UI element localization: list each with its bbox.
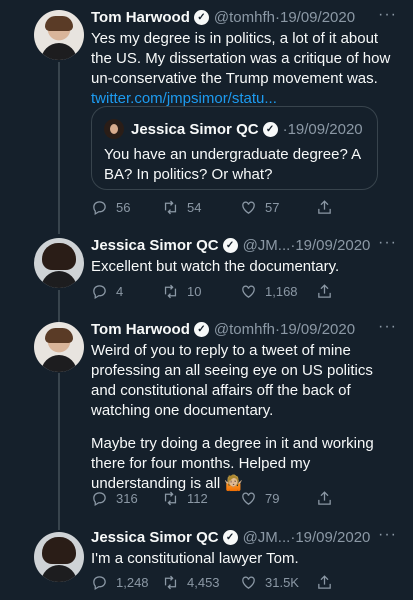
reply-icon [93, 576, 106, 591]
verified-badge-icon: ✓ [262, 121, 278, 137]
heart-icon [242, 576, 255, 589]
more-options-icon[interactable]: ··· [378, 234, 397, 252]
tweet[interactable]: Tom Harwood ✓ @tomhfh · 19/09/2020 ··· W… [0, 312, 413, 522]
share-button[interactable] [316, 199, 341, 216]
quoted-text: You have an undergraduate degree? A BA? … [104, 146, 362, 183]
retweet-icon [164, 284, 177, 299]
reply-button[interactable]: 4 [91, 283, 123, 300]
heart-icon [242, 201, 255, 214]
author-handle[interactable]: @tomhfh [214, 9, 275, 26]
reply-icon [93, 492, 106, 507]
author-handle[interactable]: @JM... [243, 529, 291, 546]
like-button[interactable]: 31.5K [240, 574, 299, 591]
reply-count: 56 [116, 200, 131, 215]
tweet[interactable]: Jessica Simor QC ✓ @JM... · 19/09/2020 ·… [0, 230, 413, 310]
tweet-text: Yes my degree is in politics, a lot of i… [91, 29, 397, 109]
like-button[interactable]: 1,168 [240, 283, 298, 300]
reply-icon [93, 201, 106, 216]
more-options-icon[interactable]: ··· [378, 318, 397, 336]
like-count: 31.5K [265, 575, 299, 590]
avatar[interactable] [34, 322, 84, 372]
retweet-button[interactable]: 112 [162, 490, 208, 507]
author-name[interactable]: Jessica Simor QC [91, 237, 219, 254]
retweet-icon [164, 200, 177, 215]
author-name[interactable]: Jessica Simor QC [91, 529, 219, 546]
like-count: 79 [265, 491, 280, 506]
reply-count: 1,248 [116, 575, 149, 590]
verified-badge-icon: ✓ [222, 237, 238, 253]
tweet[interactable]: Jessica Simor QC ✓ @JM... · 19/09/2020 ·… [0, 522, 413, 600]
more-options-icon[interactable]: ··· [378, 6, 397, 24]
retweet-button[interactable]: 4,453 [162, 574, 220, 591]
like-count: 57 [265, 200, 280, 215]
tweet-text: I'm a constitutional lawyer Tom. [91, 550, 299, 567]
tweet-text: Weird of you to reply to a tweet of mine… [91, 342, 374, 492]
avatar[interactable] [34, 532, 84, 582]
retweet-button[interactable]: 54 [162, 199, 201, 216]
retweet-icon [164, 575, 177, 590]
reply-button[interactable]: 56 [91, 199, 130, 216]
retweet-count: 4,453 [187, 575, 220, 590]
more-options-icon[interactable]: ··· [378, 526, 397, 544]
share-button[interactable] [316, 490, 341, 507]
quoted-tweet[interactable]: Jessica Simor QC ✓ · 19/09/2020 You have… [91, 106, 378, 190]
share-button[interactable] [316, 574, 341, 591]
share-icon [318, 284, 331, 298]
author-handle[interactable]: @tomhfh [214, 321, 275, 338]
share-icon [318, 491, 331, 505]
reply-count: 4 [116, 284, 124, 299]
retweet-icon [164, 491, 177, 506]
avatar[interactable] [34, 238, 84, 288]
tweet-text: Excellent but watch the documentary. [91, 258, 340, 275]
heart-icon [242, 285, 255, 298]
quoted-author-name: Jessica Simor QC [131, 120, 259, 138]
share-icon [318, 200, 331, 214]
avatar[interactable] [34, 10, 84, 60]
quoted-date: 19/09/2020 [287, 120, 363, 138]
tweet-date[interactable]: 19/09/2020 [295, 237, 370, 254]
like-button[interactable]: 79 [240, 490, 279, 507]
tweet[interactable]: Tom Harwood ✓ @tomhfh · 19/09/2020 ··· Y… [0, 0, 413, 230]
verified-badge-icon: ✓ [222, 529, 238, 545]
like-button[interactable]: 57 [240, 199, 279, 216]
heart-icon [242, 492, 255, 505]
share-button[interactable] [316, 283, 341, 300]
share-icon [318, 575, 331, 589]
avatar [104, 119, 124, 139]
retweet-count: 54 [187, 200, 202, 215]
retweet-count: 10 [187, 284, 202, 299]
retweet-count: 112 [187, 491, 208, 506]
tweet-date[interactable]: 19/09/2020 [280, 321, 355, 338]
reply-button[interactable]: 1,248 [91, 574, 149, 591]
tweet-date[interactable]: 19/09/2020 [295, 529, 370, 546]
like-count: 1,168 [265, 284, 298, 299]
author-name[interactable]: Tom Harwood [91, 9, 190, 26]
retweet-button[interactable]: 10 [162, 283, 201, 300]
reply-button[interactable]: 316 [91, 490, 138, 507]
author-handle[interactable]: @JM... [243, 237, 291, 254]
verified-badge-icon: ✓ [193, 9, 209, 25]
tweet-date[interactable]: 19/09/2020 [280, 9, 355, 26]
verified-badge-icon: ✓ [193, 321, 209, 337]
reply-icon [93, 285, 106, 300]
reply-count: 316 [116, 491, 138, 506]
author-name[interactable]: Tom Harwood [91, 321, 190, 338]
